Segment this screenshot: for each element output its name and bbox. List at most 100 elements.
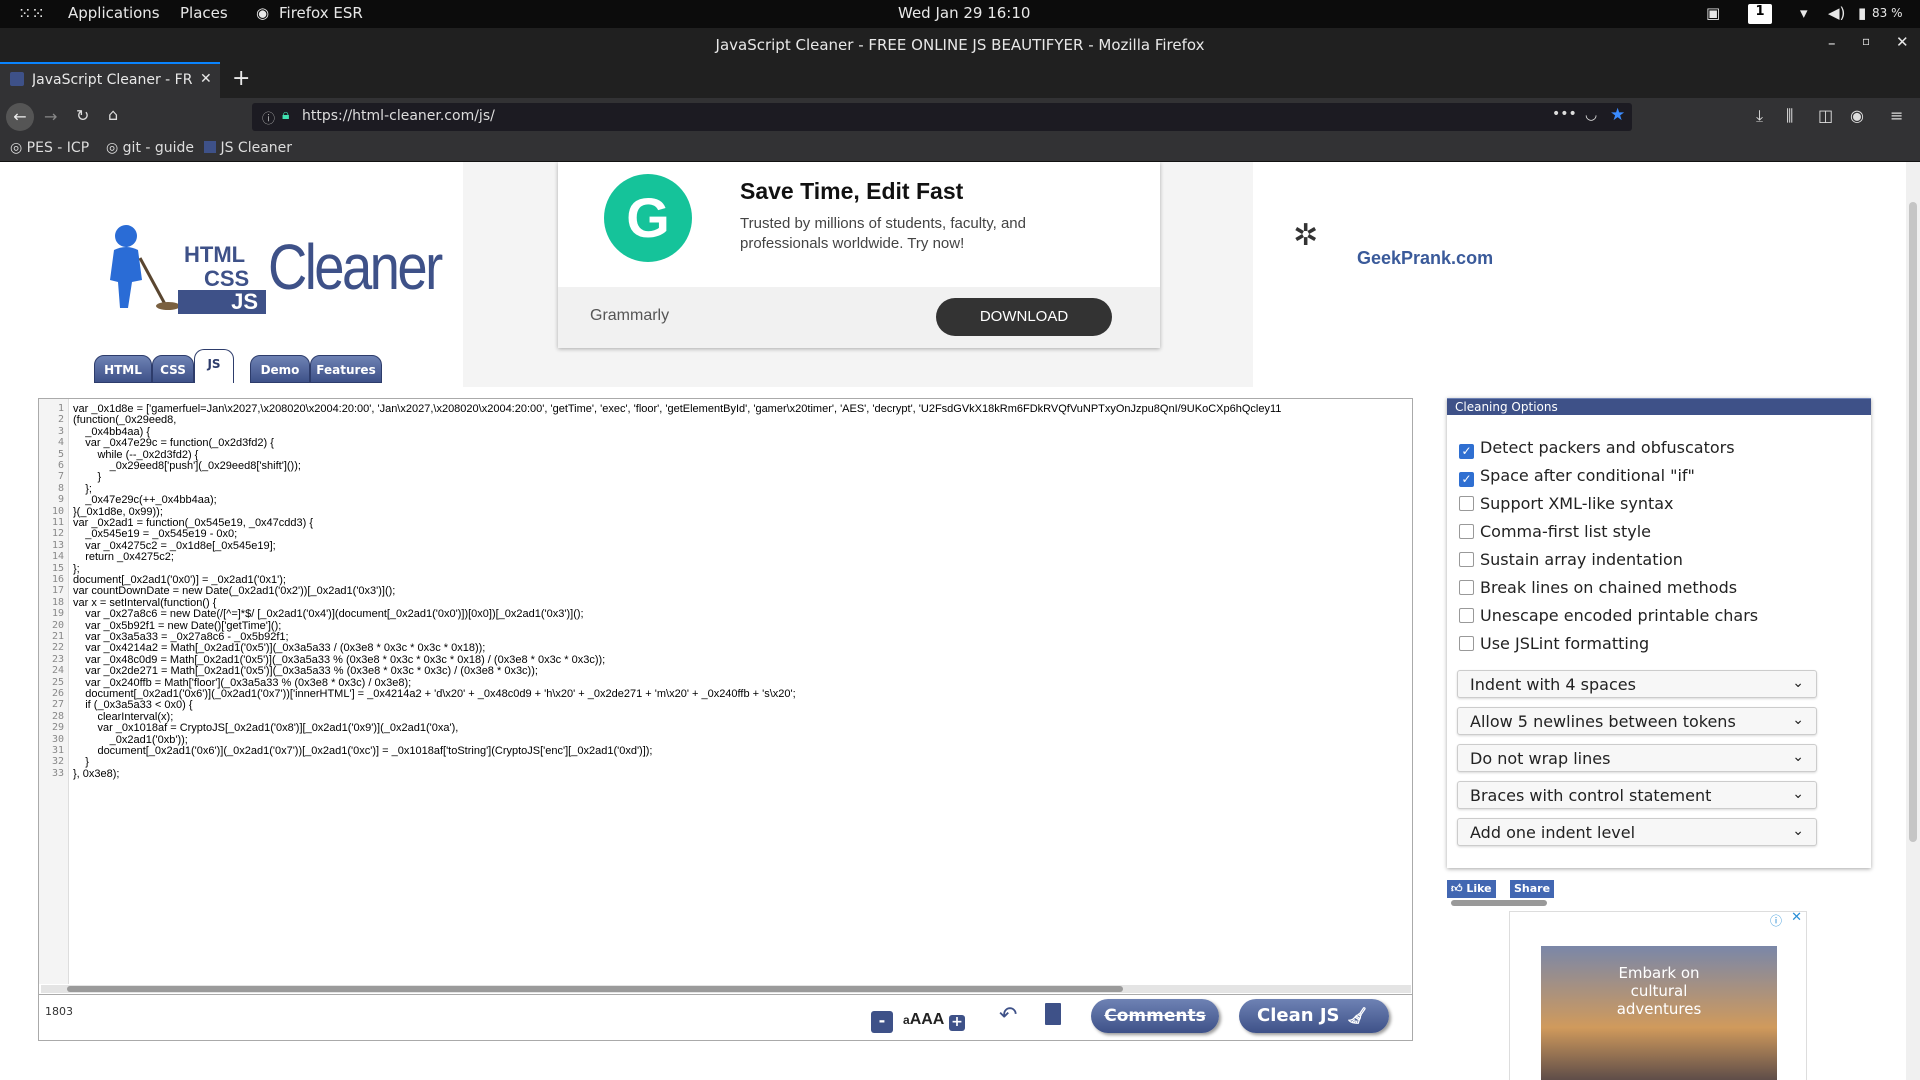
option-row[interactable]: Break lines on chained methods — [1459, 578, 1737, 597]
code-line[interactable]: var x = setInterval(function() { — [73, 597, 216, 609]
option-row[interactable]: Support XML-like syntax — [1459, 494, 1674, 513]
pocket-icon[interactable]: ◡ — [1585, 107, 1597, 123]
page-scroll-thumb[interactable] — [1909, 202, 1917, 842]
geekprank-ad[interactable]: ✲ GeekPrank.com — [1253, 162, 1906, 387]
bookmark-js-cleaner[interactable]: JS Cleaner — [204, 140, 292, 156]
option-select[interactable]: Do not wrap lines ⌄ — [1457, 744, 1817, 772]
sidebar-icon[interactable]: ◫ — [1818, 106, 1833, 125]
tab-js[interactable]: JS — [194, 349, 234, 383]
option-row[interactable]: Sustain array indentation — [1459, 550, 1683, 569]
places-menu[interactable]: Places — [180, 4, 228, 22]
code-line[interactable]: var _0x48c0d9 = Math[_0x2ad1('0x5')](_0x… — [73, 654, 605, 666]
code-line[interactable]: }; — [73, 483, 92, 495]
code-editor[interactable]: 1 2 3 4 5 6 7 8 9 10 11 12 13 14 15 16 17 18 19 20 21 22 23 24 2… — [38, 398, 1413, 995]
tab-html[interactable]: HTML — [94, 355, 152, 383]
code-line[interactable]: _0x4bb4aa) { — [73, 426, 150, 438]
option-checkbox[interactable] — [1459, 552, 1474, 567]
undo-icon[interactable]: ↶ — [999, 1003, 1017, 1028]
social-scrollbar[interactable] — [1451, 900, 1547, 906]
option-row[interactable]: Unescape encoded printable chars — [1459, 606, 1758, 625]
wifi-icon[interactable]: ▾ — [1800, 4, 1808, 22]
bookmark-star-icon[interactable]: ★ — [1610, 105, 1625, 125]
code-line[interactable]: (function(_0x29eed8, — [73, 414, 176, 426]
facebook-like-button[interactable]: 👍︎ Like — [1447, 880, 1496, 898]
option-checkbox[interactable] — [1459, 636, 1474, 651]
close-tab-icon[interactable]: ✕ — [200, 71, 212, 87]
page-actions-icon[interactable]: ••• — [1552, 106, 1577, 122]
new-tab-icon[interactable]: + — [232, 66, 250, 91]
menu-icon[interactable]: ≡ — [1890, 106, 1903, 125]
code-line[interactable]: document[_0x2ad1('0x6')](_0x2ad1('0x7'))… — [73, 688, 795, 700]
option-row[interactable]: Use JSLint formatting — [1459, 634, 1649, 653]
option-label[interactable]: Use JSLint formatting — [1480, 634, 1649, 653]
bookmark-git-guide[interactable]: ◎ git - guide — [106, 140, 194, 156]
tab-css[interactable]: CSS — [152, 355, 194, 383]
code-line[interactable]: var _0x2de271 = Math[_0x2ad1('0x5')](_0x… — [73, 665, 538, 677]
font-increase-button[interactable]: + — [949, 1015, 965, 1031]
ad-close-icon[interactable]: ✕ — [1791, 910, 1802, 925]
option-row[interactable]: ✓ Space after conditional "if" — [1459, 466, 1695, 487]
horizontal-scrollbar[interactable] — [41, 985, 1411, 993]
forward-icon[interactable]: → — [44, 107, 57, 126]
option-row[interactable]: ✓ Detect packers and obfuscators — [1459, 438, 1735, 459]
code-line[interactable]: var _0x1d8e = ['gamerfuel=Jan\x2027,\x20… — [73, 403, 1281, 415]
comments-button[interactable]: Comments — [1091, 999, 1219, 1033]
url-bar[interactable]: ⓘ 🔒︎ https://html-cleaner.com/js/ ••• ◡ … — [252, 103, 1632, 131]
option-select[interactable]: Add one indent level ⌄ — [1457, 818, 1817, 846]
option-label[interactable]: Sustain array indentation — [1480, 550, 1683, 569]
ad-download-button[interactable]: DOWNLOAD — [936, 298, 1112, 336]
code-line[interactable]: var _0x3a5a33 = _0x27a8c6 - _0x5b92f1; — [73, 631, 288, 643]
airline-ad[interactable]: ⓘ ✕ Embark on cultural adventures — [1509, 910, 1807, 1080]
code-line[interactable]: }; — [73, 563, 80, 575]
code-line[interactable]: } — [73, 471, 101, 483]
code-line[interactable]: document[_0x2ad1('0x6')](_0x2ad1('0x7'))… — [73, 745, 652, 757]
code-line[interactable]: var countDownDate = new Date(_0x2ad1('0x… — [73, 585, 395, 597]
font-decrease-button[interactable]: - — [871, 1011, 893, 1033]
option-select[interactable]: Braces with control statement ⌄ — [1457, 781, 1817, 809]
page-scrollbar[interactable] — [1906, 162, 1920, 1080]
option-checkbox[interactable]: ✓ — [1459, 472, 1474, 487]
maximize-icon[interactable]: ▫ — [1862, 34, 1870, 48]
option-checkbox[interactable] — [1459, 608, 1474, 623]
bookmark-pes-icp[interactable]: ◎ PES - ICP — [10, 140, 89, 156]
close-window-icon[interactable]: ✕ — [1896, 33, 1909, 51]
option-label[interactable]: Break lines on chained methods — [1480, 578, 1737, 597]
scroll-thumb[interactable] — [67, 986, 1123, 992]
code-line[interactable]: _0x545e19 = _0x545e19 - 0x0; — [73, 528, 237, 540]
clock[interactable]: Wed Jan 29 16:10 — [898, 4, 1030, 22]
reload-icon[interactable]: ↻ — [76, 106, 89, 125]
code-line[interactable]: if (_0x3a5a33 < 0x0) { — [73, 699, 192, 711]
option-label[interactable]: Space after conditional "if" — [1480, 466, 1695, 485]
library-icon[interactable]: ⫼ — [1786, 106, 1793, 126]
option-label[interactable]: Comma-first list style — [1480, 522, 1651, 541]
code-line[interactable]: var _0x47e29c = function(_0x2d3fd2) { — [73, 437, 274, 449]
adchoices-icon[interactable]: ⓘ — [1770, 912, 1782, 929]
code-line[interactable]: var _0x5b92f1 = new Date()['getTime'](); — [73, 620, 281, 632]
code-line[interactable]: _0x29eed8['push'](_0x29eed8['shift']()); — [73, 460, 301, 472]
option-label[interactable]: Support XML-like syntax — [1480, 494, 1674, 513]
back-icon[interactable]: ← — [6, 103, 34, 131]
tab-demo[interactable]: Demo — [250, 355, 310, 383]
code-line[interactable]: clearInterval(x); — [73, 711, 173, 723]
code-line[interactable]: var _0x27a8c6 = new Date(/[^=]*$/ [_0x2a… — [73, 608, 583, 620]
option-checkbox[interactable] — [1459, 524, 1474, 539]
tab-features[interactable]: Features — [310, 355, 382, 383]
active-app-menu[interactable]: Firefox ESR — [279, 4, 363, 22]
applications-menu[interactable]: Applications — [68, 4, 160, 22]
lock-icon[interactable]: 🔒︎ — [282, 107, 289, 123]
home-icon[interactable]: ⌂ — [108, 105, 118, 124]
info-icon[interactable]: ⓘ — [262, 108, 275, 127]
code-line[interactable]: _0x2ad1('0xb')); — [73, 734, 188, 746]
code-line[interactable]: var _0x2ad1 = function(_0x545e19, _0x47c… — [73, 517, 313, 529]
option-select[interactable]: Indent with 4 spaces ⌄ — [1457, 670, 1817, 698]
geekprank-link[interactable]: GeekPrank.com — [1357, 248, 1493, 269]
code-line[interactable]: var _0x240ffb = Math['floor'](_0x3a5a33 … — [73, 677, 411, 689]
document-icon[interactable] — [1045, 1003, 1061, 1025]
code-line[interactable]: while (--_0x2d3fd2) { — [73, 449, 198, 461]
battery-icon[interactable]: ▮ — [1858, 4, 1866, 22]
code-line[interactable]: _0x47e29c(++_0x4bb4aa); — [73, 494, 217, 506]
clean-js-button[interactable]: Clean JS 🧹︎ — [1239, 999, 1389, 1033]
code-line[interactable]: }(_0x1d8e, 0x99)); — [73, 506, 163, 518]
code-line[interactable]: }, 0x3e8); — [73, 768, 119, 780]
screenshot-icon[interactable]: ▣ — [1706, 4, 1720, 22]
